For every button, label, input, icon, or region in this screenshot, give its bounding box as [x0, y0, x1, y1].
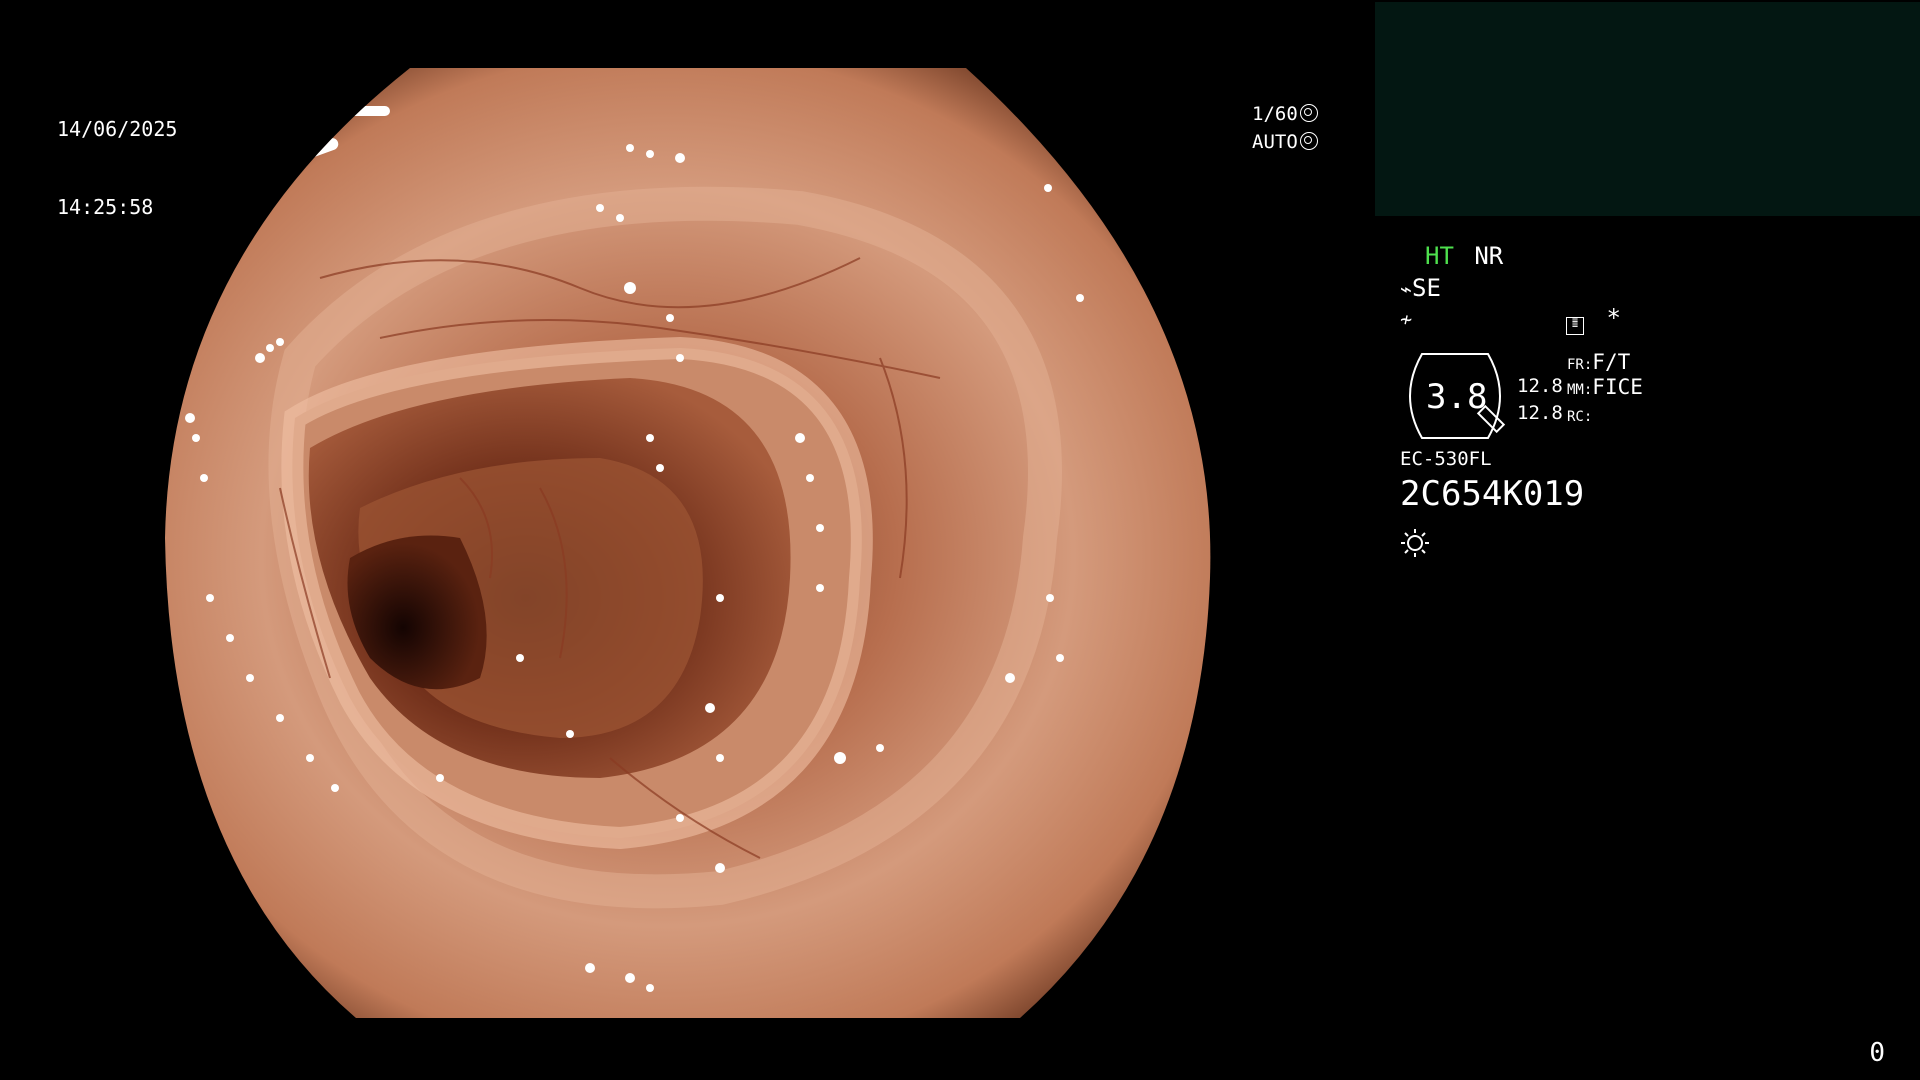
enhance-icon: ⌁ [1400, 277, 1413, 301]
exposure-mode: AUTO [1252, 131, 1298, 153]
endoscope-view [165, 68, 1211, 1018]
shutter-speed: 1/60 [1252, 103, 1298, 125]
exposure-readout: 1/60 AUTO [1252, 100, 1318, 156]
time-text: 14:25:58 [57, 195, 154, 219]
light-icon [1401, 529, 1429, 557]
scope-model: EC-530FL [1400, 448, 1492, 470]
date-time-readout: 14/06/2025 14:25:58 [57, 64, 177, 246]
nr-label: NR [1474, 242, 1504, 270]
rc-label: RC: [1567, 409, 1593, 425]
contrast-icon: ≁ [1400, 307, 1413, 331]
mucosa-image [165, 68, 1211, 1018]
date-text: 14/06/2025 [57, 117, 178, 141]
ht-label: HT [1425, 242, 1454, 270]
frame-counter: 0 [1869, 1038, 1885, 1068]
mm-label: MM: [1567, 382, 1593, 398]
fr-label: FR: [1567, 357, 1593, 373]
value-2: 12.8 [1517, 402, 1563, 424]
mm-value: FICE [1592, 375, 1643, 399]
iris-icon [1299, 132, 1318, 150]
thumbnail-area [1375, 2, 1920, 216]
asterisk-mark: * [1606, 304, 1621, 332]
gauge-value: 3.8 [1426, 377, 1488, 417]
value-1: 12.8 [1517, 375, 1563, 397]
se-label: SE [1412, 274, 1441, 302]
menu-icon: ≡ ≡ [1566, 316, 1584, 335]
fr-value: F/T [1592, 350, 1631, 374]
scope-serial: 2C654K019 [1400, 474, 1585, 514]
shutter-icon [1299, 104, 1318, 122]
